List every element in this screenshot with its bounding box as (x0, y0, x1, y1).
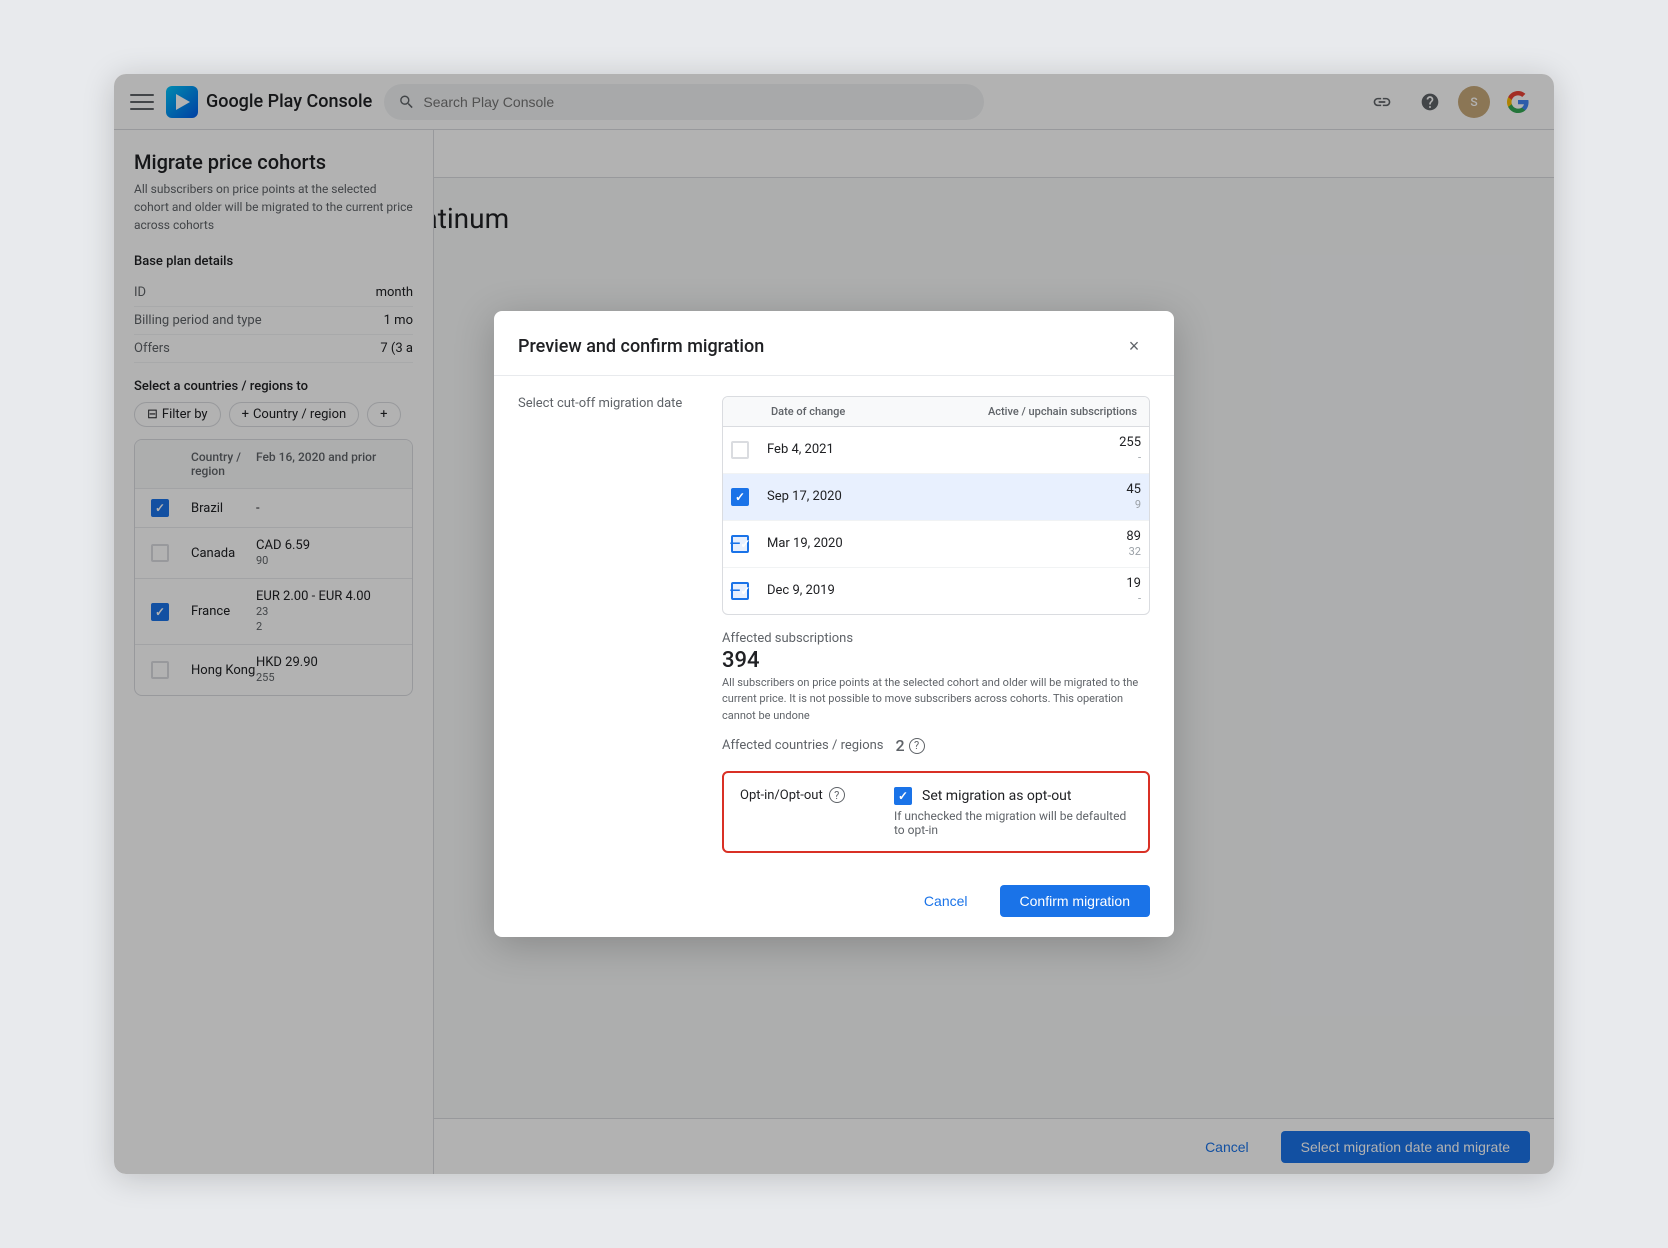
modal-left: Select cut-off migration date (518, 396, 698, 854)
date-row-1-date: Feb 4, 2021 (767, 442, 954, 457)
date-row-2-checkbox[interactable] (731, 488, 749, 506)
date-row-1: Feb 4, 2021 255- (723, 427, 1149, 474)
date-row-3: — Mar 19, 2020 8932 (723, 521, 1149, 568)
optin-section: Opt-in/Opt-out ? Set migration as opt-ou… (722, 771, 1150, 853)
modal-close-button[interactable]: × (1118, 331, 1150, 363)
date-row-2-active: 459 (954, 482, 1141, 512)
affected-countries: Affected countries / regions 2 ? (722, 736, 1150, 755)
affected-value: 394 (722, 648, 1150, 673)
date-col1: Date of change (771, 405, 954, 418)
affected-countries-help-icon[interactable]: ? (909, 738, 925, 754)
optin-label-area: Opt-in/Opt-out ? (740, 787, 870, 803)
affected-countries-label: Affected countries / regions (722, 738, 884, 753)
affected-note: All subscribers on price points at the s… (722, 675, 1150, 725)
date-table: Date of change Active / upchain subscrip… (722, 396, 1150, 615)
modal-cancel-button[interactable]: Cancel (904, 885, 988, 917)
overlay: Preview and confirm migration × Select c… (114, 74, 1554, 1174)
optin-label: Opt-in/Opt-out (740, 788, 823, 803)
optin-checkbox-row: Set migration as opt-out (894, 787, 1132, 805)
optin-help-icon[interactable]: ? (829, 787, 845, 803)
date-row-3-active: 8932 (954, 529, 1141, 559)
optin-checkbox[interactable] (894, 787, 912, 805)
date-row-4-active: 19- (954, 576, 1141, 606)
date-row-4-checkbox[interactable]: — (731, 582, 749, 600)
date-row-2-date: Sep 17, 2020 (767, 489, 954, 504)
optin-sublabel: If unchecked the migration will be defau… (894, 809, 1132, 837)
cut-off-label: Select cut-off migration date (518, 396, 698, 411)
date-row-1-active: 255- (954, 435, 1141, 465)
date-table-header: Date of change Active / upchain subscrip… (723, 397, 1149, 427)
optin-right: Set migration as opt-out If unchecked th… (894, 787, 1132, 837)
affected-section: Affected subscriptions 394 All subscribe… (722, 631, 1150, 756)
date-row-2: Sep 17, 2020 459 (723, 474, 1149, 521)
modal: Preview and confirm migration × Select c… (494, 311, 1174, 938)
date-col2: Active / upchain subscriptions (954, 405, 1137, 418)
modal-header: Preview and confirm migration × (494, 311, 1174, 376)
affected-countries-value: 2 (896, 736, 905, 755)
date-row-4-date: Dec 9, 2019 (767, 583, 954, 598)
modal-title: Preview and confirm migration (518, 336, 764, 357)
date-row-4: — Dec 9, 2019 19- (723, 568, 1149, 614)
modal-body: Select cut-off migration date Date of ch… (494, 376, 1174, 874)
date-row-3-date: Mar 19, 2020 (767, 536, 954, 551)
modal-footer: Cancel Confirm migration (494, 873, 1174, 937)
modal-right: Date of change Active / upchain subscrip… (722, 396, 1150, 854)
date-row-3-checkbox[interactable]: — (731, 535, 749, 553)
confirm-migration-button[interactable]: Confirm migration (1000, 885, 1150, 917)
affected-label: Affected subscriptions (722, 631, 1150, 646)
date-row-1-checkbox[interactable] (731, 441, 749, 459)
optin-check-label: Set migration as opt-out (922, 788, 1071, 804)
